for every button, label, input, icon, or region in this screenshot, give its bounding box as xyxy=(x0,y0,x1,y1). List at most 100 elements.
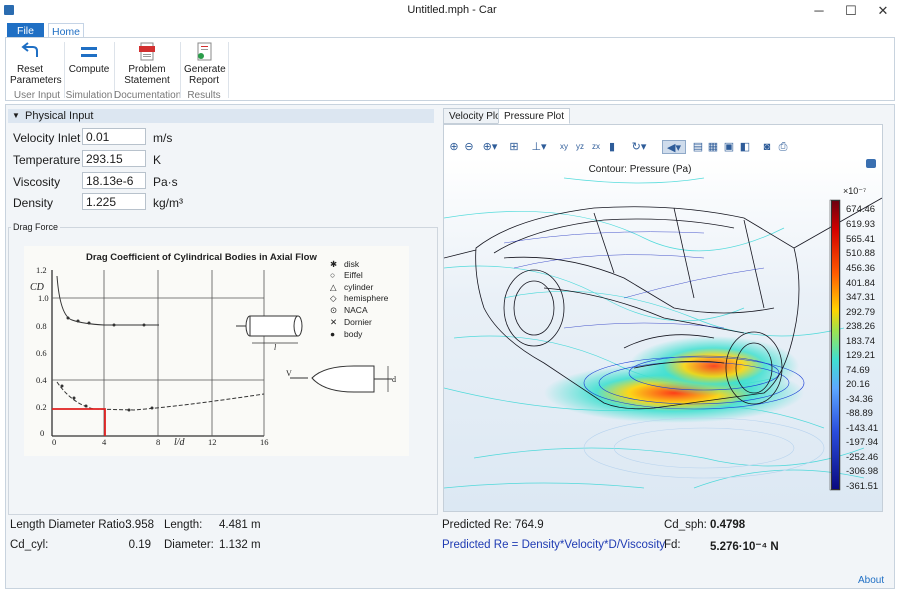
diameter-value: 1.132 m xyxy=(219,539,261,551)
viscosity-label: Viscosity xyxy=(13,175,61,189)
compute-label: Compute xyxy=(68,64,110,75)
temperature-input[interactable] xyxy=(82,150,146,167)
view-yz-icon[interactable]: yz xyxy=(574,140,586,154)
density-input[interactable] xyxy=(82,193,146,210)
minimize-button[interactable]: ─ xyxy=(802,0,836,21)
cd-cyl-value: 0.19 xyxy=(128,539,151,551)
colorbar-tick: -197.94 xyxy=(846,437,879,448)
reset-parameters-button[interactable]: Reset Parameters xyxy=(10,42,62,86)
zoom-box-icon[interactable]: ⊕▾ xyxy=(479,140,501,154)
grid-icon[interactable]: ▤ xyxy=(692,140,704,154)
svg-text:⊙: ⊙ xyxy=(330,305,337,315)
view-3d-icon[interactable]: ▮ xyxy=(606,140,618,154)
problem-label-2: Statement xyxy=(124,75,170,86)
transparency-icon[interactable]: ◀▾ xyxy=(662,140,686,154)
length-label: Length: xyxy=(164,519,203,531)
x-tick: 0 xyxy=(52,437,56,447)
group-label-simulation: Simulation xyxy=(65,90,113,101)
report-label-1: Generate xyxy=(184,64,226,75)
drag-coefficient-image: Drag Coefficient of Cylindrical Bodies i… xyxy=(24,246,409,456)
group-label-user-input: User Input xyxy=(13,90,61,101)
legend-item: hemisphere xyxy=(344,293,389,303)
physical-input-header[interactable]: ▼ Physical Input xyxy=(8,109,434,123)
problem-statement-button[interactable]: Problem Statement xyxy=(120,42,174,86)
title-bar: Untitled.mph - Car ─ ☐ ✕ xyxy=(0,0,904,21)
close-button[interactable]: ✕ xyxy=(866,0,900,21)
predicted-re: Predicted Re: 764.9 xyxy=(442,519,544,531)
camera-icon[interactable]: ◙ xyxy=(761,140,773,154)
sketch-velocity-label: V xyxy=(286,369,292,378)
report-icon xyxy=(197,42,212,61)
sketch-length-label: l xyxy=(274,343,277,352)
zoom-in-icon[interactable]: ⊕ xyxy=(448,140,460,154)
equals-icon xyxy=(81,47,97,57)
colorbar-tick: 674.46 xyxy=(846,204,876,215)
ld-ratio-label: Length Diameter Ratio: xyxy=(10,519,129,531)
fd-value: 5.276·10⁻⁴ N xyxy=(710,541,779,553)
colorbar-tick: 401.84 xyxy=(846,278,876,289)
y-tick: 0.8 xyxy=(36,321,47,331)
view-xy-icon[interactable]: xy xyxy=(558,140,570,154)
legend-item: disk xyxy=(344,259,360,269)
wireframe-icon[interactable]: ▦ xyxy=(707,140,719,154)
svg-text:✱: ✱ xyxy=(330,259,337,269)
velocity-inlet-input[interactable] xyxy=(82,128,146,145)
colorbar-tick: -252.46 xyxy=(846,452,879,463)
reset-arrow-icon xyxy=(21,42,38,57)
svg-text:○: ○ xyxy=(330,270,335,280)
tab-pressure-plot[interactable]: Pressure Plot xyxy=(498,108,571,124)
velocity-inlet-label: Velocity Inlet xyxy=(13,131,81,145)
view-toggle-icon[interactable]: ◧ xyxy=(739,140,751,154)
lights-icon[interactable]: ▣ xyxy=(723,140,735,154)
maximize-button[interactable]: ☐ xyxy=(834,0,868,21)
legend-item: cylinder xyxy=(344,282,373,292)
colorbar-tick: 347.31 xyxy=(846,292,876,303)
report-label-2: Report xyxy=(188,75,219,86)
group-label-documentation: Documentation xyxy=(114,90,182,101)
colorbar-tick: -88.89 xyxy=(846,408,873,419)
temperature-unit: K xyxy=(153,153,162,167)
group-label-results: Results xyxy=(187,90,221,101)
about-link[interactable]: About xyxy=(858,575,884,586)
axis-icon[interactable]: ⊥▾ xyxy=(528,140,550,154)
colorbar-tick: -361.51 xyxy=(846,481,879,492)
colorbar-tick: 20.16 xyxy=(846,379,870,390)
colorbar-tick: -34.36 xyxy=(846,394,873,405)
generate-report-button[interactable]: Generate Report xyxy=(184,42,226,86)
y-axis-label: CD xyxy=(30,282,45,293)
x-tick: 8 xyxy=(156,437,160,447)
reset-label-1: Reset xyxy=(16,64,44,75)
x-axis-label: l/d xyxy=(174,437,186,448)
legend-item: Dornier xyxy=(344,317,372,327)
drag-image-title: Drag Coefficient of Cylindrical Bodies i… xyxy=(86,252,317,263)
problem-label-1: Problem xyxy=(128,64,166,75)
svg-text:●: ● xyxy=(330,329,335,339)
orientation-icon xyxy=(866,159,876,168)
compute-button[interactable]: Compute xyxy=(68,42,110,75)
y-tick: 0.6 xyxy=(36,348,47,358)
collapse-triangle-icon: ▼ xyxy=(12,111,20,120)
y-tick: 0.2 xyxy=(36,402,47,412)
rotate-icon[interactable]: ↻▾ xyxy=(628,140,650,154)
pdf-icon xyxy=(139,42,155,61)
zoom-out-icon[interactable]: ⊖ xyxy=(463,140,475,154)
viscosity-input[interactable] xyxy=(82,172,146,189)
density-label: Density xyxy=(13,196,54,210)
colorbar-tick: 238.26 xyxy=(846,321,876,332)
density-unit: kg/m³ xyxy=(153,196,183,210)
view-zx-icon[interactable]: zx xyxy=(590,140,602,154)
pressure-plot-graphic xyxy=(444,177,882,491)
print-icon[interactable]: ⎙ xyxy=(777,140,789,154)
colorbar-tick: 74.69 xyxy=(846,365,870,376)
zoom-extents-icon[interactable]: ⊞ xyxy=(508,140,520,154)
colorbar-tick: 565.41 xyxy=(846,234,876,245)
ld-ratio-value: 3.958 xyxy=(125,519,154,531)
colorbar-tick: -306.98 xyxy=(846,466,879,477)
colorbar-gradient xyxy=(831,200,840,490)
plot-tabs: Velocity Plot Pressure Plot xyxy=(443,108,883,124)
cd-sph-label: Cd_sph: xyxy=(664,519,707,531)
physical-input-title: Physical Input xyxy=(25,110,94,122)
colorbar-tick: 292.79 xyxy=(846,307,876,318)
colorbar-tick: 619.93 xyxy=(846,219,876,230)
legend-item: body xyxy=(344,329,363,339)
